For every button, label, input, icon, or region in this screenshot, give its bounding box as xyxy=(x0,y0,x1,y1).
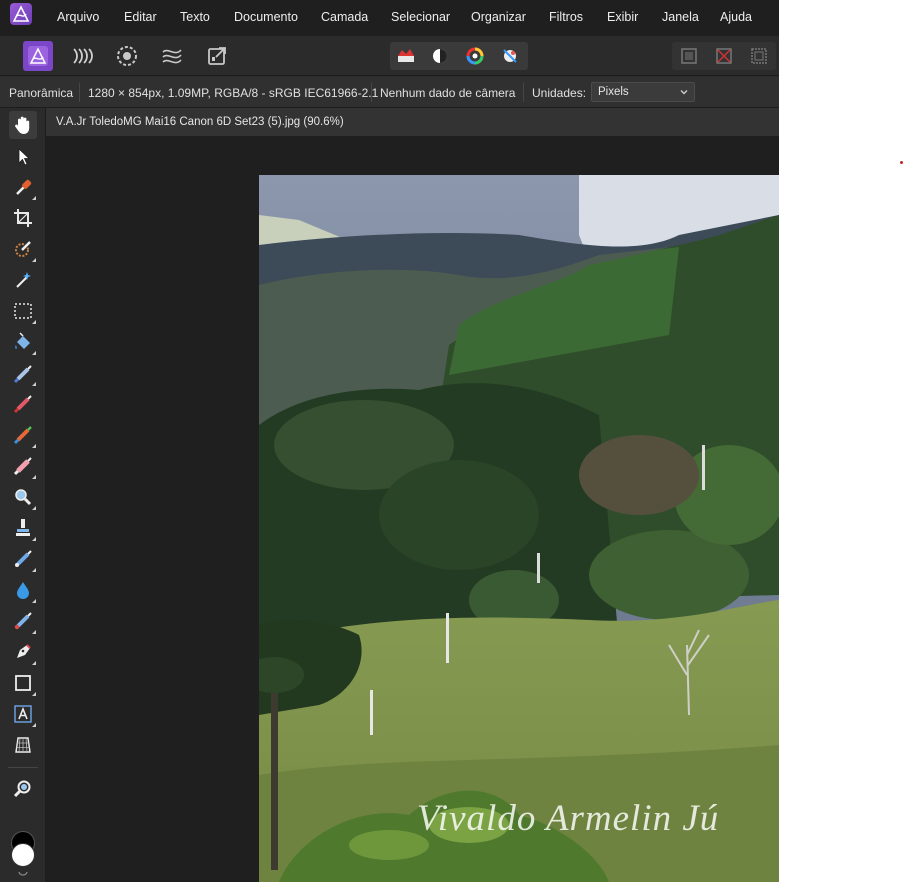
brush-tool-icon[interactable] xyxy=(9,421,37,449)
marquee-tool-icon[interactable] xyxy=(9,297,37,325)
camera-info-label: Nenhum dado de câmera xyxy=(380,86,516,100)
screen-artifact-dot xyxy=(900,161,903,164)
auto-contrast-icon[interactable] xyxy=(428,44,452,68)
pen-tool-icon[interactable] xyxy=(9,638,37,666)
chevron-down-icon xyxy=(680,90,688,95)
tools-panel xyxy=(0,108,46,882)
inpainting-tool-icon[interactable] xyxy=(9,545,37,573)
text-tool-icon[interactable] xyxy=(9,700,37,728)
menu-selecionar[interactable]: Selecionar xyxy=(391,10,450,24)
document-image[interactable]: Vivaldo Armelin Jú xyxy=(259,175,779,882)
close-grid-icon[interactable] xyxy=(712,44,736,68)
tool-name-label: Panorâmica xyxy=(9,86,74,100)
move-tool-icon[interactable] xyxy=(9,142,37,170)
tool-flyout-indicator xyxy=(32,599,36,603)
document-info-label: 1280 × 854px, 1.09MP, RGBA/8 - sRGB IEC6… xyxy=(88,86,379,100)
pixel-brush-tool-icon[interactable] xyxy=(9,390,37,418)
tools-divider xyxy=(8,767,38,768)
tool-flyout-indicator xyxy=(32,661,36,665)
tool-flyout-indicator xyxy=(32,351,36,355)
export-persona-icon[interactable] xyxy=(202,41,232,71)
zoom-tool-icon[interactable] xyxy=(9,775,37,803)
erase-brush-tool-icon[interactable] xyxy=(9,452,37,480)
context-separator xyxy=(371,83,372,102)
liquify-persona-icon[interactable] xyxy=(67,41,97,71)
crop-tool-icon[interactable] xyxy=(9,204,37,232)
tool-flyout-indicator xyxy=(32,506,36,510)
persona-toolbar xyxy=(0,36,779,76)
snapping-icon[interactable] xyxy=(677,44,701,68)
paint-brush-tool-icon[interactable] xyxy=(9,359,37,387)
document-tab[interactable]: V.A.Jr ToledoMG Mai16 Canon 6D Set23 (5)… xyxy=(46,108,779,136)
swap-colors-icon[interactable] xyxy=(17,870,29,878)
secondary-color-swatch[interactable] xyxy=(11,843,35,867)
document-tab-bar: V.A.Jr ToledoMG Mai16 Canon 6D Set23 (5)… xyxy=(46,108,779,136)
tool-flyout-indicator xyxy=(32,692,36,696)
landscape-photo xyxy=(259,175,779,882)
menu-camada[interactable]: Camada xyxy=(321,10,368,24)
photo-persona-icon[interactable] xyxy=(23,41,53,71)
right-tools-group xyxy=(672,42,776,70)
view-tool-hand-icon[interactable] xyxy=(9,111,37,139)
menu-texto[interactable]: Texto xyxy=(180,10,210,24)
menu-bar: Arquivo Editar Texto Documento Camada Se… xyxy=(0,0,779,36)
auto-white-balance-icon[interactable] xyxy=(498,44,522,68)
tone-mapping-persona-icon[interactable] xyxy=(157,41,187,71)
assistant-icon[interactable] xyxy=(747,44,771,68)
affinity-photo-logo-icon[interactable] xyxy=(10,3,32,25)
context-separator xyxy=(79,83,80,102)
photo-watermark: Vivaldo Armelin Jú xyxy=(417,798,720,839)
mesh-warp-tool-icon[interactable] xyxy=(9,731,37,759)
auto-levels-icon[interactable] xyxy=(394,44,418,68)
develop-persona-icon[interactable] xyxy=(112,41,142,71)
tool-flyout-indicator xyxy=(32,630,36,634)
auto-colors-icon[interactable] xyxy=(463,44,487,68)
tool-flyout-indicator xyxy=(32,320,36,324)
menu-ajuda[interactable]: Ajuda xyxy=(720,10,752,24)
menu-janela[interactable]: Janela xyxy=(662,10,699,24)
rectangle-tool-icon[interactable] xyxy=(9,669,37,697)
blur-tool-icon[interactable] xyxy=(9,576,37,604)
menu-filtros[interactable]: Filtros xyxy=(549,10,583,24)
affinity-photo-window: Arquivo Editar Texto Documento Camada Se… xyxy=(0,0,779,882)
menu-documento[interactable]: Documento xyxy=(234,10,298,24)
flood-fill-tool-icon[interactable] xyxy=(9,328,37,356)
context-separator xyxy=(523,83,524,102)
document-tab-title: V.A.Jr ToledoMG Mai16 Canon 6D Set23 (5)… xyxy=(56,116,344,128)
tool-flyout-indicator xyxy=(32,568,36,572)
dodge-tool-icon[interactable] xyxy=(9,483,37,511)
context-toolbar: Panorâmica 1280 × 854px, 1.09MP, RGBA/8 … xyxy=(0,77,779,108)
tool-flyout-indicator xyxy=(32,258,36,262)
units-label: Unidades: xyxy=(532,86,587,100)
tool-flyout-indicator xyxy=(32,475,36,479)
clone-tool-icon[interactable] xyxy=(9,514,37,542)
menu-organizar[interactable]: Organizar xyxy=(471,10,526,24)
units-select[interactable]: Pixels xyxy=(591,82,695,102)
auto-adjust-group xyxy=(390,42,528,70)
tool-flyout-indicator xyxy=(32,196,36,200)
red-eye-tool-icon[interactable] xyxy=(9,607,37,635)
tool-flyout-indicator xyxy=(32,537,36,541)
menu-arquivo[interactable]: Arquivo xyxy=(57,10,99,24)
canvas-area[interactable]: Vivaldo Armelin Jú xyxy=(46,136,779,882)
flood-select-tool-icon[interactable] xyxy=(9,266,37,294)
tool-flyout-indicator xyxy=(32,723,36,727)
menu-editar[interactable]: Editar xyxy=(124,10,157,24)
units-select-value: Pixels xyxy=(598,86,629,98)
color-picker-tool-icon[interactable] xyxy=(9,173,37,201)
tool-flyout-indicator xyxy=(32,382,36,386)
tool-flyout-indicator xyxy=(32,444,36,448)
menu-exibir[interactable]: Exibir xyxy=(607,10,638,24)
selection-brush-tool-icon[interactable] xyxy=(9,235,37,263)
